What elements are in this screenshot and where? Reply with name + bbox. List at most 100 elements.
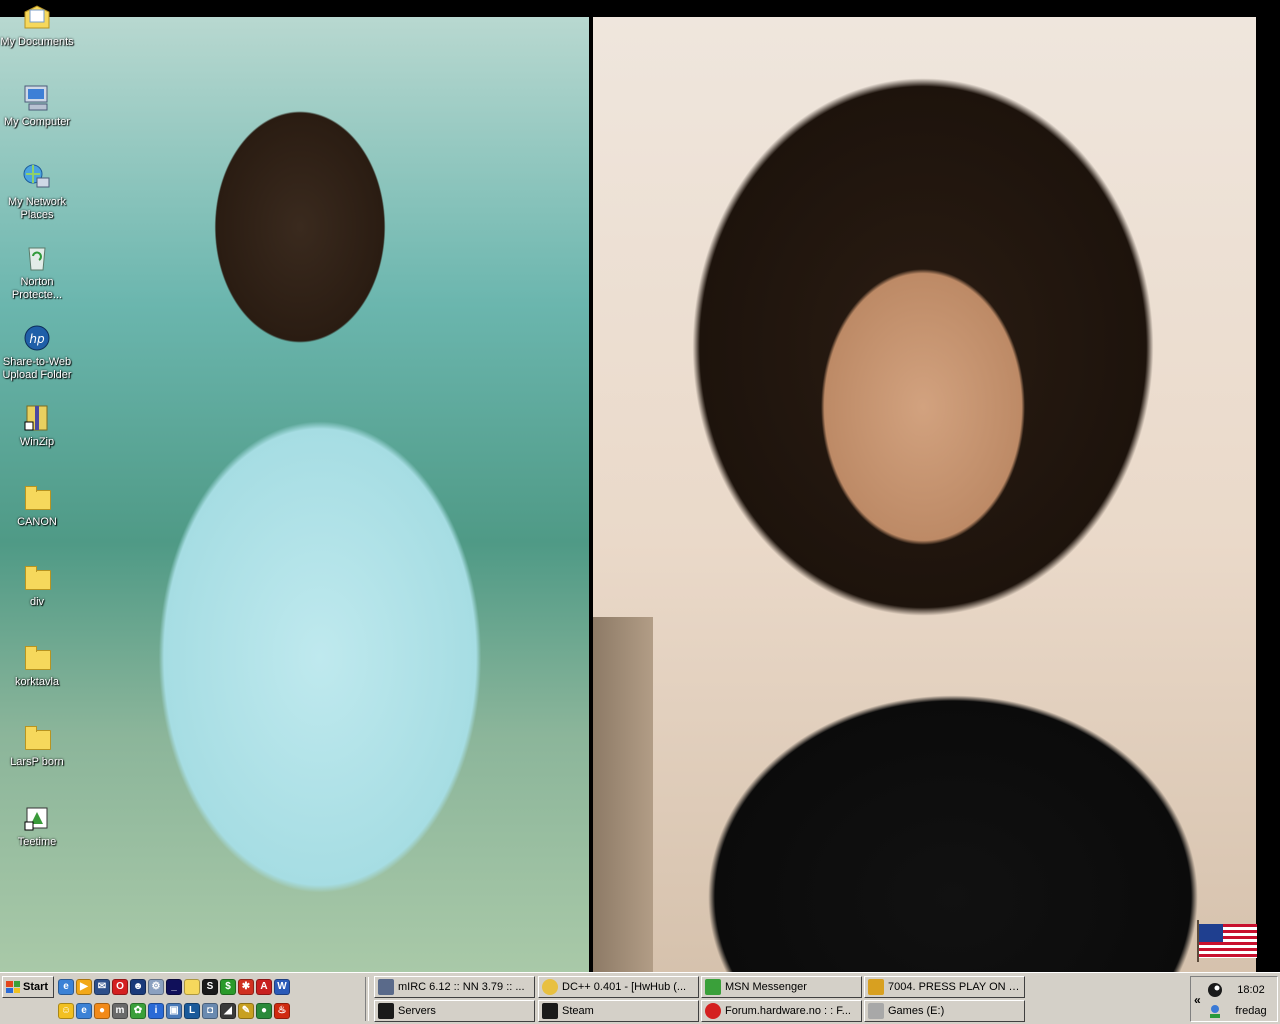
recycle-bin-icon: [21, 242, 53, 274]
network-icon[interactable]: ⚙: [148, 979, 164, 995]
photo-icon[interactable]: ◘: [202, 1003, 218, 1019]
desktop-icon-larsp-born[interactable]: LarsP born: [0, 722, 74, 769]
my-computer-icon: [21, 82, 53, 114]
dcpp-icon: [542, 979, 558, 995]
desktop: My Documents My Computer My Network Plac…: [0, 0, 1280, 972]
app-icon[interactable]: ▣: [166, 1003, 182, 1019]
desktop-icon-label: My Computer: [3, 116, 71, 128]
desktop-icon-my-documents[interactable]: My Documents: [0, 2, 74, 49]
desktop-icon-label: My Documents: [0, 36, 74, 48]
task-button-servers[interactable]: Servers: [374, 1000, 535, 1022]
folder-icon: [21, 482, 53, 514]
red-app-icon[interactable]: ✱: [238, 979, 254, 995]
steam-icon[interactable]: S: [202, 979, 218, 995]
desktop-icon-label: WinZip: [19, 436, 55, 448]
svg-text:hp: hp: [29, 332, 45, 346]
teetime-icon: [21, 802, 53, 834]
folder-icon: [21, 562, 53, 594]
word-icon[interactable]: W: [274, 979, 290, 995]
ie-icon[interactable]: e: [58, 979, 74, 995]
media-player-icon[interactable]: ▶: [76, 979, 92, 995]
desktop-icon-hp-share[interactable]: hp Share-to-Web Upload Folder: [0, 322, 74, 382]
task-button-label: DC++ 0.401 - [HwHub (...: [562, 981, 687, 993]
hp-share-icon: hp: [21, 322, 53, 354]
us-flag-icon[interactable]: [1197, 920, 1257, 962]
folder-icon[interactable]: [184, 979, 200, 995]
folder-icon: [21, 722, 53, 754]
desktop-icon-label: Norton Protecte...: [11, 276, 63, 301]
task-button-label: Servers: [398, 1005, 436, 1017]
winzip-icon: [21, 402, 53, 434]
task-button-mirc[interactable]: mIRC 6.12 :: NN 3.79 :: ...: [374, 976, 535, 998]
task-button-games-drive[interactable]: Games (E:): [864, 1000, 1025, 1022]
opera-icon[interactable]: O: [112, 979, 128, 995]
taskbar-separator: [365, 977, 369, 1021]
desktop-icon-network-places[interactable]: My Network Places: [0, 162, 74, 222]
quick-launch-row-2: ☺ e ● m ✿ i ▣ L ◘ ◢ ✎ ● ♨: [58, 1000, 358, 1022]
task-button-label: mIRC 6.12 :: NN 3.79 :: ...: [398, 981, 525, 993]
start-button[interactable]: Start: [2, 976, 54, 998]
desktop-icon-label: div: [29, 596, 45, 608]
info-icon[interactable]: i: [148, 1003, 164, 1019]
desktop-icon-teetime[interactable]: Teetime: [0, 802, 74, 849]
desktop-icon-label: CANON: [17, 516, 57, 528]
wallpaper-border: [1256, 17, 1280, 972]
msn-icon[interactable]: ✿: [130, 1003, 146, 1019]
desktop-icon-winzip[interactable]: WinZip: [0, 402, 74, 449]
desktop-icon-label: Teetime: [17, 836, 57, 848]
winamp-icon[interactable]: ◢: [220, 1003, 236, 1019]
person-icon[interactable]: ☻: [130, 979, 146, 995]
ati-icon[interactable]: A: [256, 979, 272, 995]
windows-logo-icon: [6, 981, 20, 993]
task-button-label: Forum.hardware.no : : F...: [725, 1005, 851, 1017]
tray-expand-chevron[interactable]: «: [1194, 993, 1201, 1007]
task-button-label: 7004. PRESS PLAY ON T...: [888, 981, 1021, 993]
tray-clock[interactable]: 18:02: [1227, 984, 1275, 996]
desktop-icon-label: korktavla: [14, 676, 60, 688]
network-places-icon: [21, 162, 53, 194]
app2-icon[interactable]: L: [184, 1003, 200, 1019]
edit-icon[interactable]: ✎: [238, 1003, 254, 1019]
network-tray-icon[interactable]: [1207, 1003, 1223, 1019]
task-button-steam[interactable]: Steam: [538, 1000, 699, 1022]
desktop-icon-canon[interactable]: CANON: [0, 482, 74, 529]
mail-icon[interactable]: ✉: [94, 979, 110, 995]
my-documents-icon: [21, 2, 53, 34]
desktop-icon-korktavla[interactable]: korktavla: [0, 642, 74, 689]
system-tray: « 18:02 fredag: [1190, 976, 1278, 1022]
smiley-icon[interactable]: ☺: [58, 1003, 74, 1019]
desktop-icon-norton-recycle[interactable]: Norton Protecte...: [0, 242, 74, 302]
desktop-icon-label: My Network Places: [7, 196, 67, 221]
mirc-icon[interactable]: m: [112, 1003, 128, 1019]
task-button-forum[interactable]: Forum.hardware.no : : F...: [701, 1000, 862, 1022]
wallpaper-right-photo: [593, 17, 1256, 972]
task-button-label: Games (E:): [888, 1005, 945, 1017]
ie2-icon[interactable]: e: [76, 1003, 92, 1019]
drive-icon: [868, 1003, 884, 1019]
steam-icon: [542, 1003, 558, 1019]
task-button-winamp[interactable]: 7004. PRESS PLAY ON T...: [864, 976, 1025, 998]
task-button-msn[interactable]: MSN Messenger: [701, 976, 862, 998]
green-app-icon[interactable]: $: [220, 979, 236, 995]
start-label: Start: [23, 981, 49, 993]
steam-icon: [378, 1003, 394, 1019]
msn-icon: [705, 979, 721, 995]
desktop-icon-label: LarsP born: [10, 756, 64, 768]
media-icon[interactable]: ●: [94, 1003, 110, 1019]
opera-icon: [705, 1003, 721, 1019]
desktop-icon-div[interactable]: div: [0, 562, 74, 609]
steam-tray-icon[interactable]: [1207, 982, 1223, 998]
mirc-icon: [378, 979, 394, 995]
cmd-icon[interactable]: _: [166, 979, 182, 995]
taskbar: Start e ▶ ✉ O ☻ ⚙ _ S $ ✱ A W ☺ e ● m ✿ …: [0, 972, 1280, 1024]
chrome-ball-icon[interactable]: ●: [256, 1003, 272, 1019]
winamp-icon: [868, 979, 884, 995]
desktop-icon-my-computer[interactable]: My Computer: [0, 82, 74, 129]
task-button-label: MSN Messenger: [725, 981, 807, 993]
quick-launch-row-1: e ▶ ✉ O ☻ ⚙ _ S $ ✱ A W: [58, 976, 358, 998]
task-button-dcpp[interactable]: DC++ 0.401 - [HwHub (...: [538, 976, 699, 998]
task-button-label: Steam: [562, 1005, 594, 1017]
folder-icon: [21, 642, 53, 674]
flame-icon[interactable]: ♨: [274, 1003, 290, 1019]
tray-day: fredag: [1235, 1005, 1267, 1017]
